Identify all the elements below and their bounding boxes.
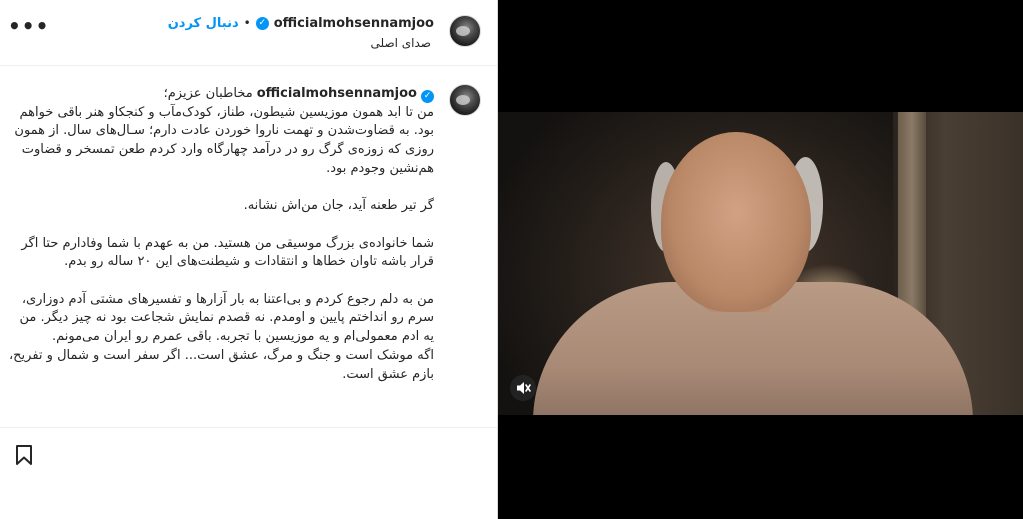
caption-author-username[interactable]: officialmohsennamjoo (257, 86, 417, 101)
author-avatar[interactable] (449, 15, 481, 47)
post-author-row: دنبال کردن • ✓ officialmohsennamjoo (168, 14, 434, 32)
caption-text-block: ✓ officialmohsennamjooمخاطبان عزیزم؛ من ت… (6, 85, 434, 384)
caption-area: ✓ officialmohsennamjooمخاطبان عزیزم؛ من ت… (0, 67, 497, 427)
follow-button[interactable]: دنبال کردن (168, 16, 239, 31)
verified-badge-icon: ✓ (255, 16, 269, 30)
caption-text: مخاطبان عزیزم؛ من تا ابد همون موزیسین شی… (8, 86, 434, 382)
person-head (661, 132, 811, 312)
video-frame (498, 112, 1023, 415)
separator-dot: • (243, 16, 251, 30)
post-actions-bar (0, 427, 497, 519)
audio-label[interactable]: صدای اصلی (370, 36, 431, 50)
more-options-icon[interactable]: ••• (8, 16, 48, 39)
muted-speaker-icon[interactable] (510, 375, 536, 401)
verified-badge-icon: ✓ (421, 90, 434, 103)
caption-header: ✓ officialmohsennamjoo (253, 86, 434, 103)
post-header: ••• دنبال کردن • ✓ officialmohsennamjoo … (0, 0, 497, 66)
post-details-panel: ••• دنبال کردن • ✓ officialmohsennamjoo … (0, 0, 498, 519)
bookmark-icon[interactable] (13, 444, 35, 466)
author-username[interactable]: officialmohsennamjoo (274, 16, 434, 31)
video-player[interactable] (498, 0, 1023, 519)
caption-author-avatar[interactable] (449, 84, 481, 116)
